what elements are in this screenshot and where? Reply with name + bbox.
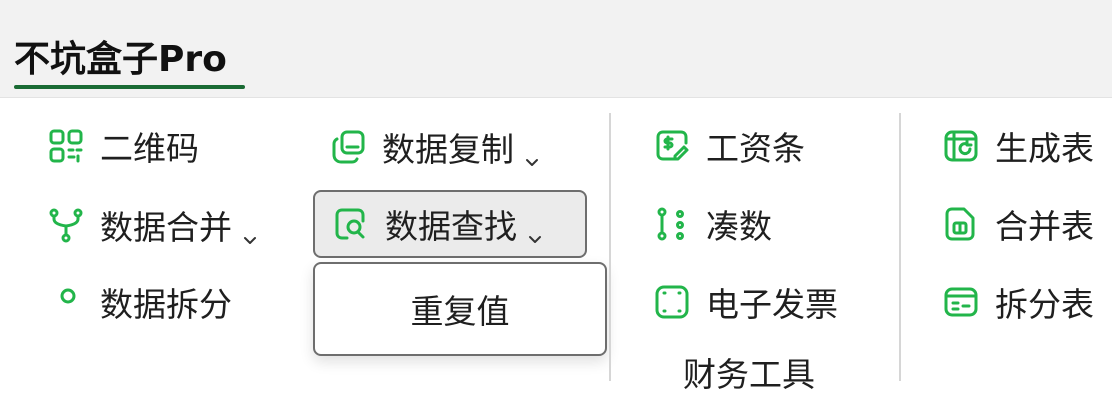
generate-table-button[interactable]: 生成表 <box>941 118 1094 174</box>
data-copy-button[interactable]: 数据复制 <box>328 119 540 175</box>
search-doc-icon <box>331 204 371 244</box>
payslip-button[interactable]: 工资条 <box>652 118 805 174</box>
group-separator <box>899 113 901 381</box>
merge-table-button[interactable]: 合并表 <box>941 196 1094 252</box>
data-find-dropdown-menu: 重复值 <box>313 262 607 356</box>
data-merge-button[interactable]: 数据合并 <box>46 197 258 253</box>
make-up-numbers-label: 凑数 <box>706 207 772 246</box>
chevron-down-icon <box>524 139 540 166</box>
generate-table-label: 生成表 <box>995 129 1094 168</box>
tab-bukeng-box-pro[interactable]: 不坑盒子Pro <box>14 30 227 92</box>
e-invoice-button[interactable]: 电子发票 <box>652 274 838 330</box>
group-label-finance: 财务工具 <box>683 355 815 394</box>
invoice-icon <box>652 282 692 322</box>
qr-code-icon <box>46 126 86 166</box>
merge-icon <box>46 205 86 245</box>
split-table-icon <box>941 282 981 322</box>
copy-icon <box>328 127 368 167</box>
e-invoice-label: 电子发票 <box>706 285 838 324</box>
generate-table-icon <box>941 126 981 166</box>
group-separator <box>609 113 611 381</box>
split-table-label: 拆分表 <box>995 285 1094 324</box>
make-up-numbers-button[interactable]: 凑数 <box>652 196 772 252</box>
payslip-icon <box>652 126 692 166</box>
qr-code-label: 二维码 <box>100 129 199 168</box>
active-tab-indicator <box>14 85 245 89</box>
numbers-icon <box>652 204 692 244</box>
chevron-down-icon <box>527 216 543 243</box>
data-find-button[interactable]: 数据查找 <box>313 190 587 258</box>
data-split-label: 数据拆分 <box>100 285 232 324</box>
payslip-label: 工资条 <box>706 129 805 168</box>
ribbon-tab-bar: 不坑盒子Pro <box>0 0 1112 98</box>
merge-table-label: 合并表 <box>995 207 1094 246</box>
merge-table-icon <box>941 204 981 244</box>
chevron-down-icon <box>242 217 258 244</box>
data-split-button[interactable]: 数据拆分 <box>46 274 232 330</box>
data-find-label: 数据查找 <box>385 207 517 246</box>
menu-item-duplicates[interactable]: 重复值 <box>315 264 605 354</box>
split-table-button[interactable]: 拆分表 <box>941 274 1094 330</box>
split-icon <box>46 282 86 322</box>
data-copy-label: 数据复制 <box>382 130 514 169</box>
qr-code-button[interactable]: 二维码 <box>46 118 199 174</box>
data-merge-label: 数据合并 <box>100 208 232 247</box>
